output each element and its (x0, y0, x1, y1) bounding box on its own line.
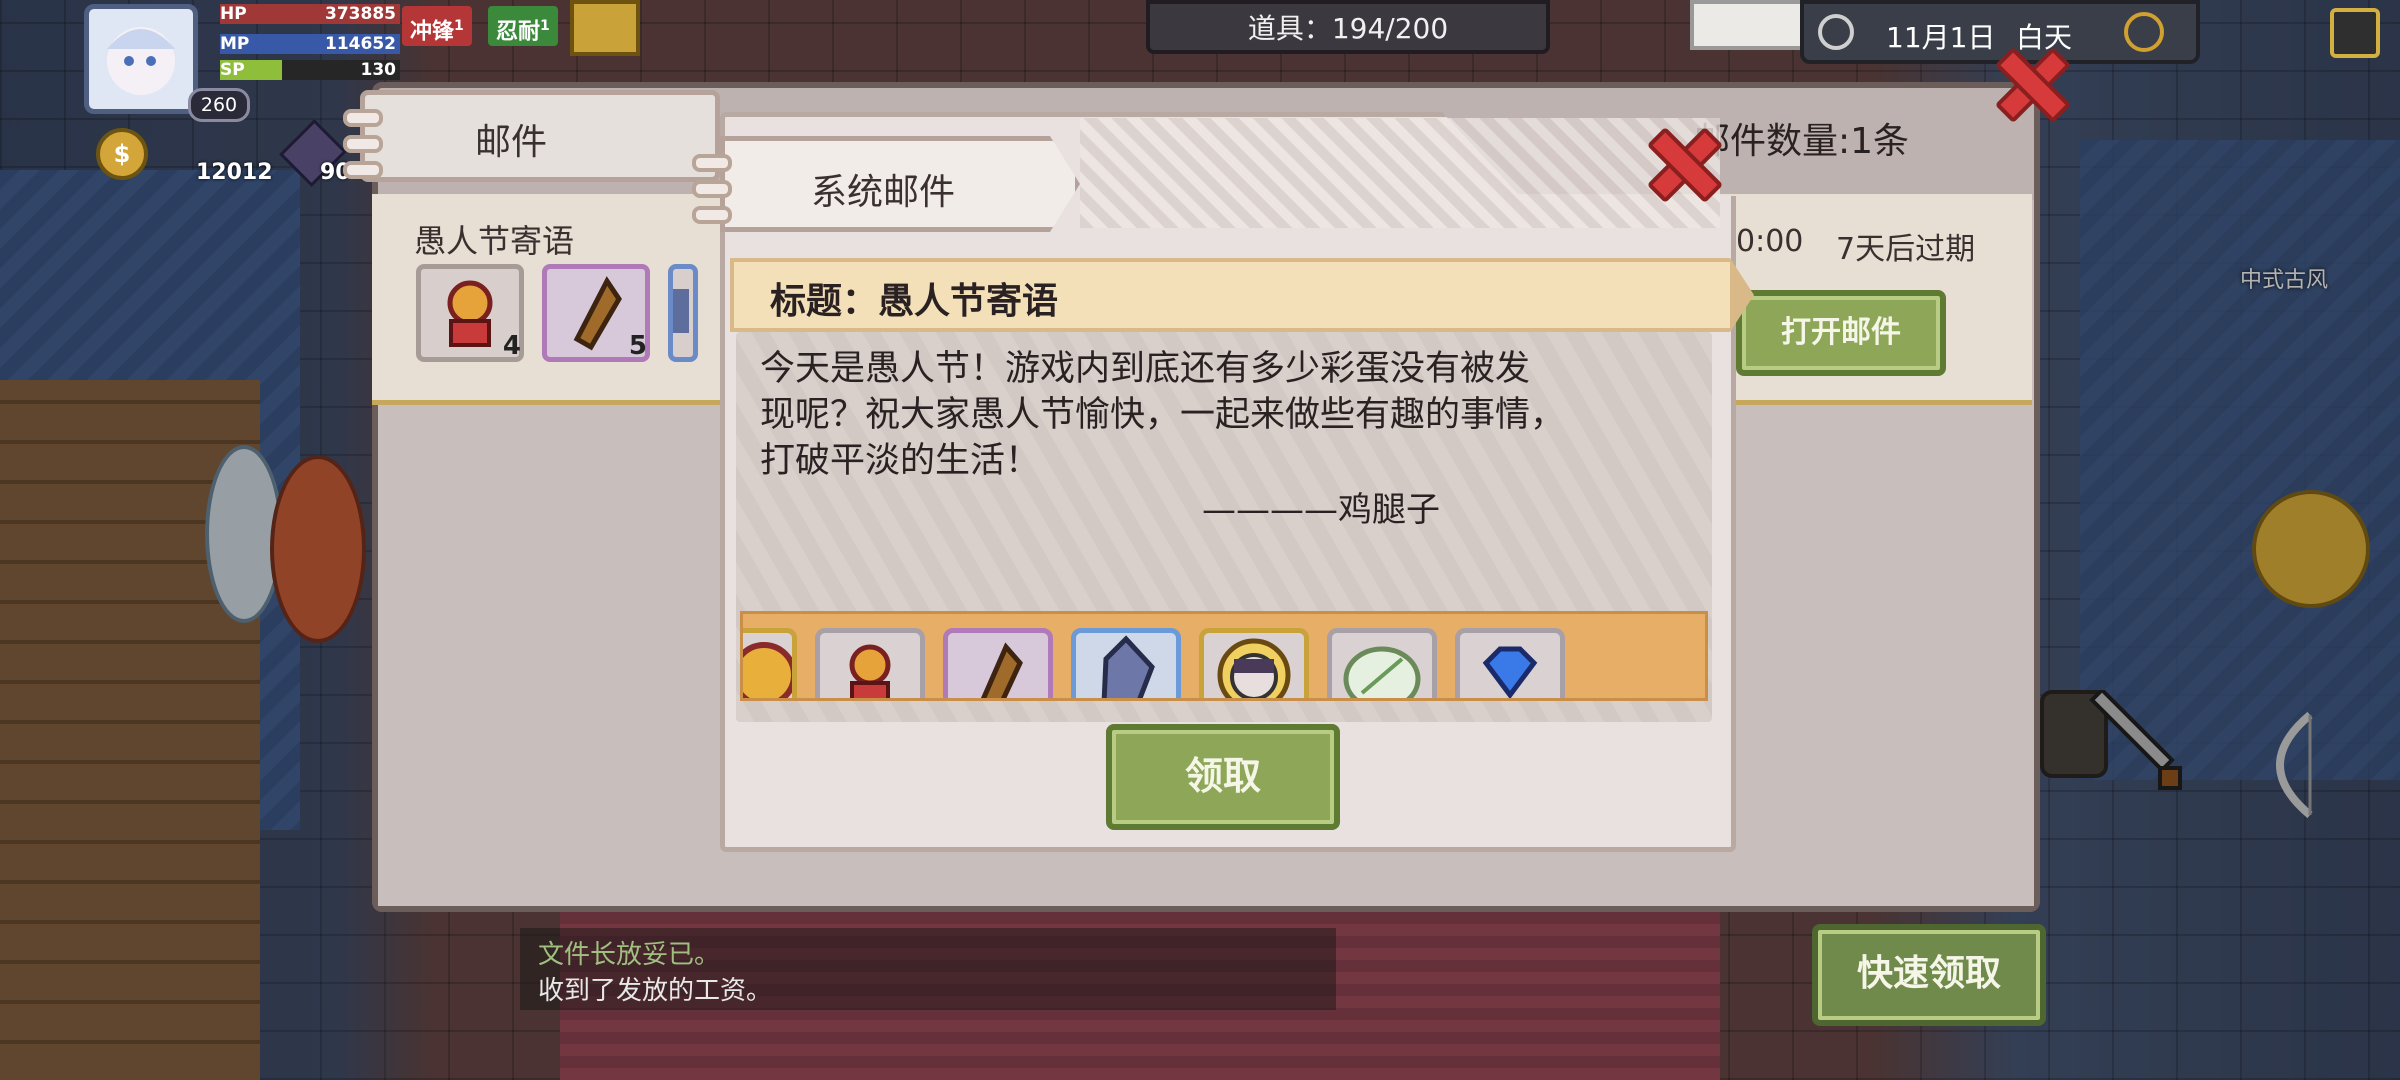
shop-icon[interactable] (1690, 0, 1810, 50)
buff-charge-count: 1 (454, 18, 464, 34)
dialog-binder-rings (692, 154, 732, 232)
event-icon[interactable] (570, 0, 640, 56)
close-mail-panel-icon[interactable] (1994, 46, 2062, 114)
close-dialog-icon[interactable] (1646, 126, 1714, 194)
binder-rings (343, 109, 383, 187)
items-label: 道具：194/200 (1247, 12, 1449, 45)
reward-strip (740, 611, 1708, 701)
character-portrait-icon (1217, 638, 1291, 698)
open-mail-button[interactable]: 打开邮件 (1736, 290, 1946, 376)
system-mail-title: 系统邮件 (811, 172, 956, 213)
chat-log: 文件长放妥已。 收到了发放的工资。 (520, 928, 1336, 1010)
mp-bar: MP 114652 (220, 34, 400, 54)
body-line-1: 今天是愚人节！游戏内到底还有多少彩蛋没有被发 (760, 349, 1531, 389)
slot-1-count: 4 (502, 331, 521, 361)
inventory-capacity[interactable]: 道具：194/200 (1146, 0, 1550, 54)
body-line-3: 打破平淡的生活！ (760, 441, 1041, 481)
body-line-2: 现呢？祝大家愚人节愉快，一起来做些有趣的事情， (760, 395, 1566, 435)
mail-item-time: 0:00 (1736, 224, 1804, 259)
mail-item-slot-2: 5 (542, 264, 650, 362)
system-mail-tab: 系统邮件 (720, 136, 1080, 232)
system-mail-dialog: 标题：愚人节寄语 今天是愚人节！游戏内到底还有多少彩蛋没有被发 现呢？祝大家愚人… (692, 112, 1754, 852)
jade-leaf-icon (1343, 646, 1421, 698)
mail-panel-tab: 邮件 (343, 90, 720, 182)
crystal-icon (1101, 635, 1155, 698)
hp-bar: HP 373885 (220, 4, 400, 24)
buff-endure[interactable]: 忍耐1 (488, 6, 558, 46)
subject-band: 标题：愚人节寄语 (730, 258, 1754, 332)
slot-2-count: 5 (628, 331, 647, 361)
reward-slot-5[interactable] (1199, 628, 1309, 698)
globe-icon[interactable] (2124, 12, 2164, 52)
reward-slot-7[interactable] (1455, 628, 1565, 698)
quick-claim-button[interactable]: 快速领取 (1812, 924, 2046, 1026)
buff-charge-label: 冲锋 (410, 19, 455, 45)
buff-charge[interactable]: 冲锋1 (402, 6, 472, 46)
player-avatar[interactable] (84, 4, 198, 114)
gift-medal-icon (849, 644, 891, 698)
currency-1-value: 12012 (196, 160, 273, 185)
mp-value: 114652 (325, 34, 396, 54)
coin-icon (743, 642, 792, 698)
wood-log-icon (980, 642, 1023, 698)
mail-item-slot-3 (668, 264, 698, 362)
reward-slot-6[interactable] (1327, 628, 1437, 698)
buff-endure-label: 忍耐 (496, 19, 541, 45)
chat-line-2: 收到了发放的工资。 (538, 976, 773, 1006)
reward-slot-1[interactable] (743, 628, 797, 698)
chat-line-1: 文件长放妥已。 (538, 940, 721, 970)
gold-coin-icon: $ (96, 128, 148, 180)
crystal-icon (673, 289, 689, 333)
hp-label: HP (220, 4, 247, 24)
buff-endure-count: 1 (540, 18, 550, 34)
mp-label: MP (220, 34, 250, 54)
mail-body-text: 今天是愚人节！游戏内到底还有多少彩蛋没有被发 现呢？祝大家愚人节愉快，一起来做些… (760, 346, 1565, 484)
sp-bar: SP 130 (220, 60, 400, 80)
mail-panel-title: 邮件 (475, 122, 548, 163)
sp-value: 130 (360, 60, 397, 80)
dialog-decor-pattern (1080, 118, 1720, 228)
sun-icon (1818, 14, 1854, 50)
mail-subject: 标题：愚人节寄语 (770, 281, 1059, 322)
date-text: 11月1日 (1886, 21, 1996, 54)
player-level: 260 (188, 88, 250, 122)
reward-slot-4[interactable] (1071, 628, 1181, 698)
hp-value: 373885 (325, 4, 396, 24)
reward-slot-3[interactable] (943, 628, 1053, 698)
diamond-icon (1482, 646, 1538, 698)
sp-label: SP (220, 60, 245, 80)
mail-item-title: 愚人节寄语 (414, 222, 575, 260)
reward-slot-2[interactable] (815, 628, 925, 698)
fullscreen-icon[interactable] (2330, 8, 2380, 58)
mail-signature: ————鸡腿子 (1202, 490, 1440, 530)
mail-item-slot-1: 4 (416, 264, 524, 362)
mail-item-expiry: 7天后过期 (1836, 232, 1976, 267)
claim-button[interactable]: 领取 (1106, 724, 1340, 830)
